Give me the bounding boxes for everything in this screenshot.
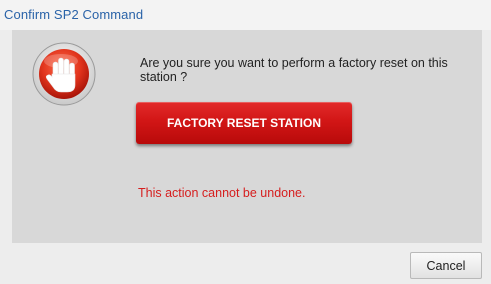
dialog-content: Are you sure you want to perform a facto… [12,30,482,243]
confirm-message: Are you sure you want to perform a facto… [140,56,448,84]
warning-text: This action cannot be undone. [138,186,306,200]
stop-hand-icon [32,42,96,106]
confirm-dialog: Confirm SP2 Command Are you sure you wan… [0,0,491,284]
dialog-title: Confirm SP2 Command [4,7,144,22]
factory-reset-button[interactable]: FACTORY RESET STATION [136,102,352,144]
dialog-titlebar: Confirm SP2 Command [0,0,491,30]
cancel-button[interactable]: Cancel [410,252,482,279]
